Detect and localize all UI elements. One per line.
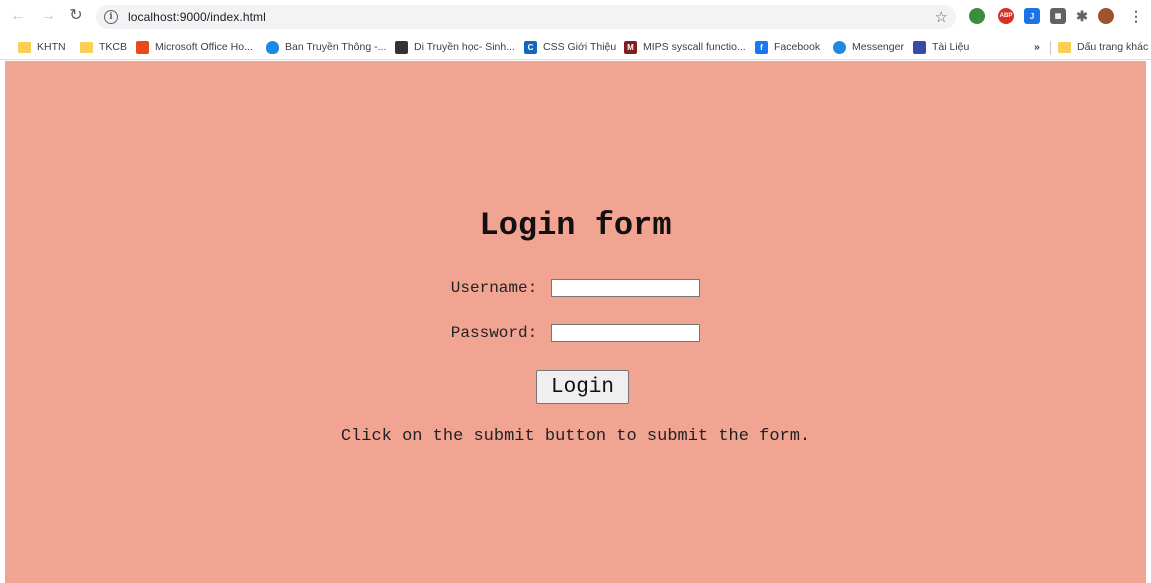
password-row: Password: <box>5 324 1146 342</box>
bookmarks-divider <box>1050 41 1051 55</box>
url-text[interactable]: localhost:9000/index.html <box>128 10 266 24</box>
bookmark-item[interactable]: Ban Truyền Thông -... <box>266 39 386 55</box>
overflow-chevron-icon: » <box>1034 41 1040 53</box>
username-label: Username: <box>450 279 538 297</box>
forward-arrow-icon[interactable]: → <box>38 6 58 26</box>
profile-avatar-icon[interactable] <box>1098 8 1114 24</box>
cloud-icon <box>266 40 279 54</box>
bookmark-item[interactable]: KHTN <box>18 39 66 55</box>
slides-icon <box>395 40 408 54</box>
password-input[interactable] <box>551 324 701 342</box>
reload-icon[interactable]: ↻ <box>66 6 86 26</box>
extension-grid-icon[interactable]: ▦ <box>1050 8 1066 24</box>
page-title: Login form <box>479 207 672 244</box>
login-button[interactable]: Login <box>536 370 629 404</box>
docs-icon <box>913 40 926 54</box>
adblock-icon[interactable]: ABP <box>998 8 1014 24</box>
mips-icon: M <box>624 40 637 54</box>
folder-icon <box>1058 41 1071 53</box>
other-bookmarks-folder[interactable]: Dấu trang khác <box>1058 39 1148 55</box>
bookmark-item[interactable]: TKCB <box>80 39 127 55</box>
extension-blue-icon[interactable]: J <box>1024 8 1040 24</box>
bookmark-item[interactable]: Messenger <box>833 39 904 55</box>
form-hint-text: Click on the submit button to submit the… <box>340 427 811 446</box>
extensions-puzzle-icon[interactable]: ✱ <box>1074 8 1090 24</box>
username-input[interactable] <box>551 279 701 297</box>
bookmark-label: Facebook <box>774 41 821 53</box>
bookmark-label: CSS Giới Thiệu <box>543 41 617 53</box>
messenger-icon <box>833 40 846 54</box>
bookmark-label: Dấu trang khác <box>1077 41 1149 53</box>
username-row: Username: <box>5 279 1146 297</box>
folder-icon <box>80 41 93 53</box>
password-label: Password: <box>450 324 538 342</box>
bookmark-item[interactable]: f Facebook <box>755 39 820 55</box>
bookmark-label: KHTN <box>37 41 66 53</box>
page-viewport: Login form Username: Password: Login Cli… <box>5 61 1146 583</box>
bookmarks-overflow-button[interactable]: » <box>1034 39 1040 55</box>
bookmark-label: Di Truyền học- Sinh... <box>414 41 515 53</box>
bookmarks-bar: KHTN TKCB Microsoft Office Ho... Ban Tru… <box>0 34 1151 60</box>
bookmark-label: Messenger <box>852 41 904 53</box>
bookmark-item[interactable]: M MIPS syscall functio... <box>624 39 746 55</box>
bookmark-item[interactable]: C CSS Giới Thiệu <box>524 39 616 55</box>
bookmark-label: Ban Truyền Thông -... <box>285 41 387 53</box>
address-bar[interactable]: i localhost:9000/index.html ☆ <box>96 5 956 29</box>
folder-icon <box>18 41 31 53</box>
office-icon <box>136 40 149 54</box>
browser-toolbar: ← → ↻ i localhost:9000/index.html ☆ ABP … <box>0 0 1151 34</box>
info-icon[interactable]: i <box>104 10 118 24</box>
back-arrow-icon[interactable]: ← <box>8 6 28 26</box>
bookmark-item[interactable]: Microsoft Office Ho... <box>136 39 253 55</box>
menu-kebab-icon[interactable]: ⋮ <box>1128 8 1144 24</box>
bookmark-label: TKCB <box>99 41 128 53</box>
bookmark-label: Tài Liệu <box>932 41 970 53</box>
bookmark-label: MIPS syscall functio... <box>643 41 746 53</box>
bookmark-star-icon[interactable]: ☆ <box>935 8 948 26</box>
facebook-icon: f <box>755 40 768 54</box>
bookmark-label: Microsoft Office Ho... <box>155 41 253 53</box>
extension-green-icon[interactable] <box>969 8 985 24</box>
bookmark-item[interactable]: Di Truyền học- Sinh... <box>395 39 515 55</box>
bookmark-item[interactable]: Tài Liệu <box>913 39 969 55</box>
css-icon: C <box>524 40 537 54</box>
